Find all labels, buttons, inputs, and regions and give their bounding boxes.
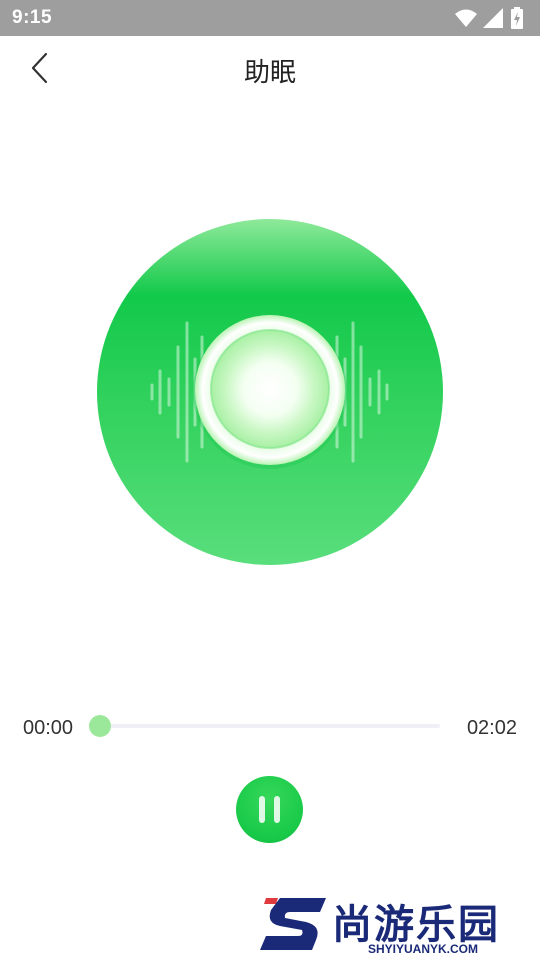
- wifi-icon: [455, 9, 477, 27]
- pause-icon: [259, 796, 265, 823]
- status-bar: 9:15: [0, 0, 540, 36]
- pause-button[interactable]: [236, 776, 303, 843]
- sleep-sound-disc: [97, 219, 443, 565]
- battery-charging-icon: [511, 7, 523, 29]
- app-header: 助眠: [0, 36, 540, 100]
- progress-thumb[interactable]: [89, 715, 111, 737]
- progress-row: 00:00 02:02: [0, 700, 540, 754]
- progress-track[interactable]: [89, 715, 440, 737]
- watermark: 尚游乐园 SHYIYUANYK.COM: [258, 892, 540, 960]
- status-icons: [454, 7, 526, 29]
- watermark-url: SHYIYUANYK.COM: [368, 942, 479, 956]
- watermark-logo-icon: [260, 898, 326, 950]
- page-title: 助眠: [243, 58, 296, 88]
- status-time: 9:15: [12, 7, 53, 28]
- current-time-label: 00:00: [23, 717, 74, 739]
- pause-icon-bar: [274, 796, 280, 823]
- signal-icon: [483, 8, 503, 28]
- total-time-label: 02:02: [466, 717, 517, 739]
- sound-wave-disc-graphic: [97, 219, 443, 565]
